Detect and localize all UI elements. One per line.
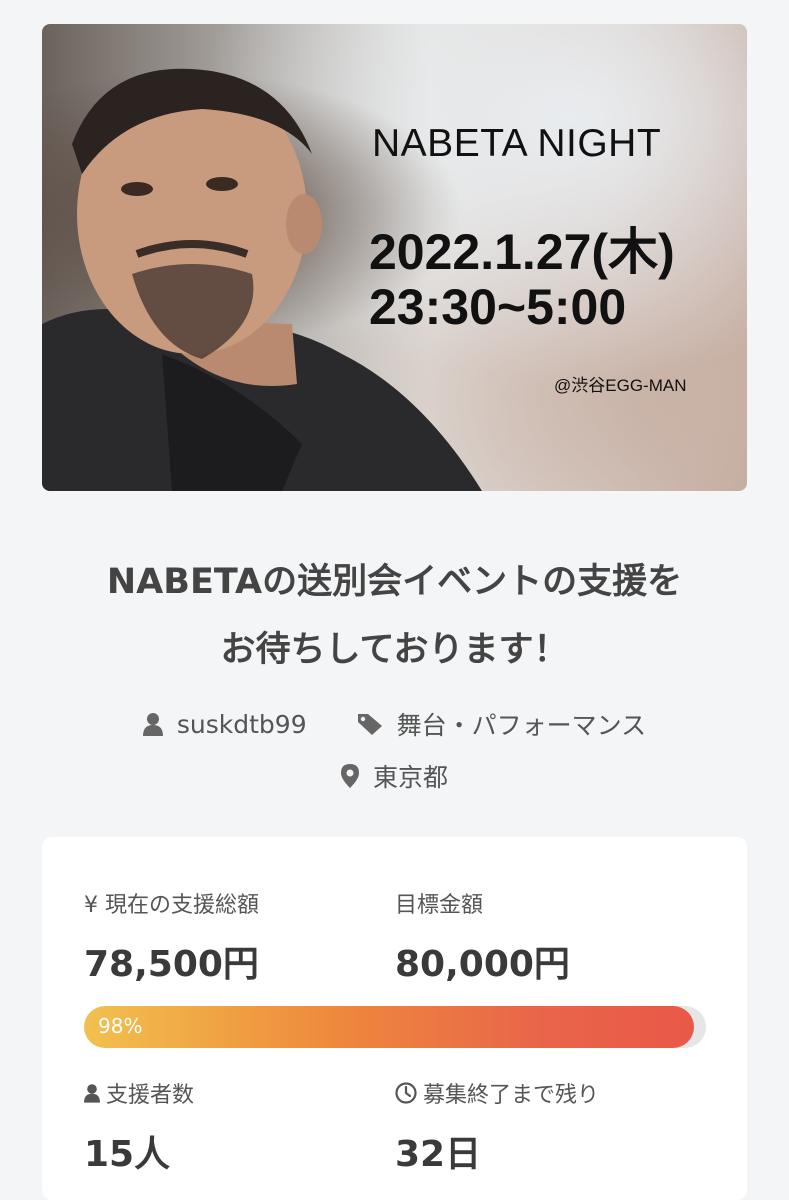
project-title-line1: NABETAの送別会イベントの支援を <box>106 562 683 602</box>
user-icon <box>142 712 163 736</box>
funding-progress-bar <box>84 1006 706 1048</box>
hero-event-date: 2022.1.27(木) <box>369 224 675 280</box>
goal-amount-label: 目標金額 <box>395 893 484 918</box>
project-category-label: 舞台・パフォーマンス <box>396 711 647 740</box>
map-pin-icon <box>340 764 359 788</box>
remaining-time-label-text: 募集終了まで残り <box>423 1083 600 1108</box>
current-amount-label: ¥ 現在の支援総額 <box>84 893 259 918</box>
project-meta-row: suskdtb99 舞台・パフォーマンス <box>0 706 789 742</box>
clock-icon <box>395 1082 417 1104</box>
project-title: NABETAの送別会イベントの支援を お待ちしております！ <box>40 548 749 684</box>
project-category[interactable]: 舞台・パフォーマンス <box>357 706 647 742</box>
funding-progress-fill <box>84 1006 694 1048</box>
supporters-value: 15人 <box>84 1134 171 1175</box>
user-icon <box>84 1083 100 1103</box>
supporters-label: 支援者数 <box>84 1077 194 1109</box>
funding-stats-card: ¥ 現在の支援総額 78,500円 目標金額 80,000円 98% 支援者数 … <box>42 837 747 1200</box>
tag-icon <box>357 712 383 736</box>
current-amount-value: 78,500円 <box>84 944 259 985</box>
project-owner-name: suskdtb99 <box>176 709 307 739</box>
funding-progress-percent: 98% <box>98 1014 143 1038</box>
hero-event-title: NABETA NIGHT <box>372 122 662 165</box>
project-title-line2: お待ちしております！ <box>220 630 569 670</box>
supporters-label-text: 支援者数 <box>106 1083 195 1108</box>
goal-amount-value: 80,000円 <box>395 944 570 985</box>
project-location[interactable]: 東京都 <box>0 758 789 794</box>
project-owner[interactable]: suskdtb99 <box>142 709 307 739</box>
hero-event-time: 23:30~5:00 <box>369 279 627 335</box>
hero-event-venue: @渋谷EGG-MAN <box>554 376 687 395</box>
project-location-label: 東京都 <box>372 763 448 792</box>
remaining-time-value: 32日 <box>395 1134 482 1175</box>
project-hero-image: NABETA NIGHT 2022.1.27(木) 23:30~5:00 @渋谷… <box>42 24 747 491</box>
remaining-time-label: 募集終了まで残り <box>395 1077 599 1109</box>
